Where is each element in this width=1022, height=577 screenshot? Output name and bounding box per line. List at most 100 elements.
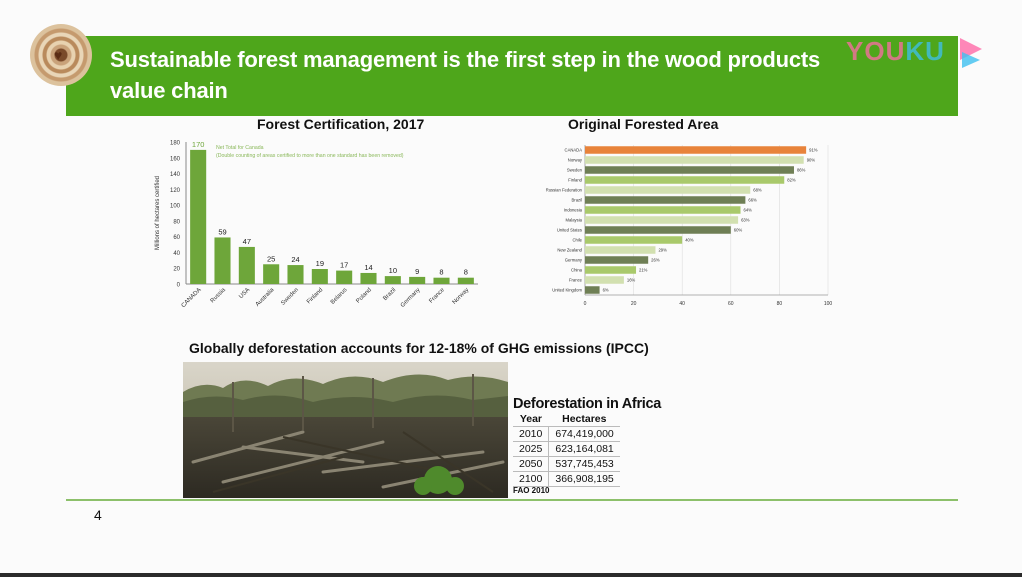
- data-label: 68%: [753, 188, 762, 193]
- category-label: Germany: [565, 258, 583, 263]
- category-label: United Kingdom: [552, 288, 582, 293]
- category-label: CANADA: [181, 287, 203, 309]
- chart-note-line-2: (Double counting of areas certified to m…: [216, 153, 404, 159]
- hbar-united-kingdom: [585, 286, 600, 294]
- bar-norway: [457, 277, 474, 284]
- category-label: Finland: [568, 178, 582, 183]
- hectares-cell: 366,908,195: [548, 471, 620, 487]
- bar-germany: [409, 276, 426, 284]
- certification-bar-chart: 0 20 40 60 80 100 120 140 160 180 Millions of hect…: [155, 140, 478, 309]
- bar-brazil: [384, 276, 401, 284]
- category-label: France: [569, 278, 583, 283]
- year-cell: 2025: [513, 441, 549, 457]
- category-label: Brazil: [572, 198, 583, 203]
- x-tick-label: 0: [584, 301, 587, 307]
- x-tick-label: 60: [728, 301, 734, 307]
- bar-finland: [311, 269, 328, 284]
- bar-belarus: [336, 270, 353, 284]
- data-label: 19: [316, 259, 324, 268]
- y-axis-label: Millions of hectares certified: [155, 176, 161, 250]
- category-label: Australia: [255, 287, 276, 308]
- hectares-cell: 674,419,000: [548, 426, 620, 442]
- x-tick-label: 100: [824, 301, 833, 307]
- hbar-canada: [585, 146, 807, 154]
- y-tick-label: 120: [170, 188, 181, 194]
- watermark-ku: KU: [905, 36, 945, 66]
- hbar-malaysia: [585, 216, 739, 224]
- bar-russia: [214, 237, 231, 284]
- category-label: China: [571, 268, 583, 273]
- year-cell: 2010: [513, 426, 549, 442]
- x-tick-label: 20: [631, 301, 637, 307]
- category-label: USA: [238, 287, 251, 300]
- y-tick-label: 180: [170, 141, 181, 147]
- data-label: 82%: [787, 178, 796, 183]
- data-label: 90%: [807, 158, 816, 163]
- forested-area-bar-chart: 0 20 40 60 80 100 CANADA 91% Norway 90% Sweden 86% F…: [546, 145, 833, 307]
- watermark-you: YOU: [846, 36, 906, 66]
- bar-france: [433, 277, 450, 284]
- data-label: 64%: [744, 208, 753, 213]
- data-label: 47: [243, 237, 251, 246]
- deforestation-photo: [183, 362, 508, 498]
- y-tick-label: 0: [177, 283, 181, 289]
- data-label: 10: [389, 266, 397, 275]
- category-label: Norway: [568, 158, 583, 163]
- hbar-germany: [585, 256, 649, 264]
- hbar-new-zealand: [585, 246, 656, 254]
- x-tick-label: 80: [777, 301, 783, 307]
- hectares-cell: 623,164,081: [548, 441, 620, 457]
- deforestation-table-title: Deforestation in Africa: [513, 396, 662, 412]
- bar-canada: [190, 149, 207, 284]
- data-label: 91%: [809, 148, 818, 153]
- category-label: Germany: [400, 287, 422, 309]
- hbar-norway: [585, 156, 804, 164]
- y-tick-label: 20: [173, 267, 180, 273]
- table-row: 2100 366,908,195: [513, 471, 620, 487]
- category-label: Malaysia: [565, 218, 582, 223]
- deforestation-table: Year Hectares 2010 674,419,000 2025 623,16…: [513, 412, 620, 487]
- slide-title: Sustainable forest management is the fir…: [110, 47, 821, 103]
- hbar-brazil: [585, 196, 746, 204]
- youku-watermark: YOUKU: [846, 36, 945, 67]
- data-label: 16%: [627, 278, 636, 283]
- page-number: 4: [94, 507, 102, 523]
- category-label: Brazil: [382, 287, 397, 302]
- category-label: Sweden: [280, 287, 300, 307]
- y-tick-label: 40: [173, 251, 180, 257]
- footer-divider: [66, 499, 958, 501]
- category-label: Poland: [355, 287, 372, 304]
- category-label: Norway: [452, 287, 471, 306]
- play-arrow-icon-inner: [962, 52, 980, 68]
- data-label: 25: [267, 254, 275, 263]
- data-label: 21%: [639, 268, 648, 273]
- bottom-strip: [0, 573, 1022, 577]
- deforestation-headline: Globally deforestation accounts for 12-1…: [189, 340, 649, 356]
- column-header-year: Year: [513, 412, 549, 427]
- data-label: 8: [439, 268, 443, 277]
- y-tick-label: 160: [170, 156, 181, 162]
- data-label: 17: [340, 261, 348, 270]
- data-label: 9: [415, 267, 419, 276]
- category-label: Russia: [210, 287, 228, 305]
- hbar-china: [585, 266, 637, 274]
- category-label: Sweden: [567, 168, 583, 173]
- category-label: Belarus: [330, 287, 349, 306]
- bar-sweden: [287, 265, 304, 284]
- category-label: France: [428, 287, 446, 305]
- bar-usa: [238, 246, 255, 284]
- table-header-row: Year Hectares: [513, 412, 620, 427]
- y-tick-label: 60: [173, 235, 180, 241]
- data-label: 6%: [603, 288, 609, 293]
- category-label: Chile: [572, 238, 582, 243]
- slide: ♥ Sustainable forest management is the f…: [0, 0, 1022, 577]
- data-label: 170: [192, 140, 205, 149]
- hectares-cell: 537,745,453: [548, 456, 620, 472]
- hbar-sweden: [585, 166, 794, 174]
- cert-chart-title: Forest Certification, 2017: [257, 116, 425, 132]
- hbar-france: [585, 276, 624, 284]
- column-header-hectares: Hectares: [548, 412, 620, 427]
- table-source: FAO 2010: [513, 486, 550, 495]
- data-label: 86%: [797, 168, 806, 173]
- y-tick-label: 100: [170, 204, 181, 210]
